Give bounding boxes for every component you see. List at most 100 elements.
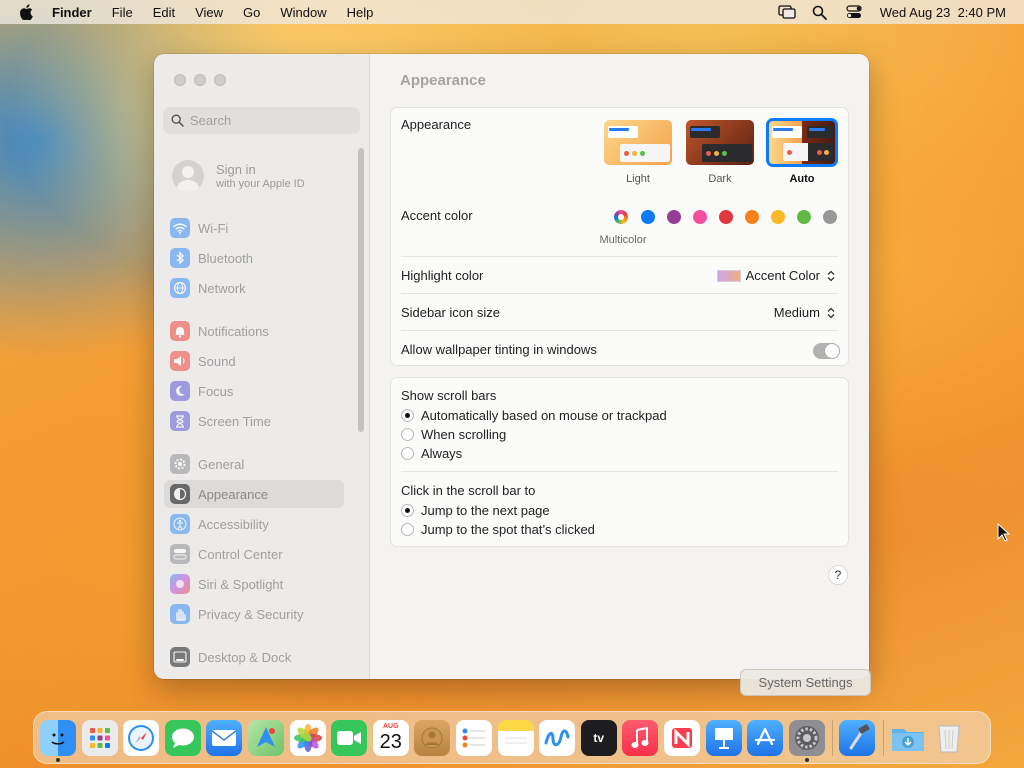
app-store-icon[interactable] bbox=[747, 719, 784, 756]
menu-edit[interactable]: Edit bbox=[143, 5, 185, 20]
sidebar-item-desktop-dock[interactable]: Desktop & Dock bbox=[164, 643, 344, 671]
wallpaper-tinting-toggle[interactable] bbox=[813, 343, 840, 359]
launchpad-icon[interactable] bbox=[81, 719, 118, 756]
radio-button[interactable] bbox=[401, 447, 414, 460]
tv-icon[interactable]: tv bbox=[580, 719, 617, 756]
screen-mirroring-icon[interactable] bbox=[778, 5, 796, 19]
signin-subtitle: with your Apple ID bbox=[216, 178, 305, 190]
facetime-icon[interactable] bbox=[331, 719, 368, 756]
menu-clock[interactable]: Wed Aug 23 2:40 PM bbox=[880, 5, 1006, 20]
menu-file[interactable]: File bbox=[102, 5, 143, 20]
hourglass-icon bbox=[170, 411, 190, 431]
scroll-option-automatic[interactable]: Automatically based on mouse or trackpad bbox=[401, 408, 667, 423]
sidebar-item-sound[interactable]: Sound bbox=[164, 347, 344, 375]
appearance-light-thumbnail[interactable] bbox=[604, 120, 672, 165]
spotlight-search-icon[interactable] bbox=[812, 5, 828, 20]
radio-label: Jump to the spot that’s clicked bbox=[421, 522, 595, 537]
xcode-icon[interactable] bbox=[839, 719, 876, 756]
messages-icon[interactable] bbox=[164, 719, 201, 756]
sidebar-item-control-center[interactable]: Control Center bbox=[164, 540, 344, 568]
accent-orange-swatch[interactable] bbox=[745, 210, 759, 224]
sidebar-item-wifi[interactable]: Wi-Fi bbox=[164, 214, 344, 242]
close-button[interactable] bbox=[174, 74, 186, 86]
mail-icon[interactable] bbox=[206, 719, 243, 756]
highlight-color-popup[interactable]: Accent Color bbox=[716, 268, 836, 283]
accent-red-swatch[interactable] bbox=[719, 210, 733, 224]
radio-button[interactable] bbox=[401, 504, 414, 517]
sidebar-item-label: Appearance bbox=[198, 486, 269, 502]
freeform-icon[interactable] bbox=[539, 719, 576, 756]
radio-button[interactable] bbox=[401, 428, 414, 441]
news-icon[interactable] bbox=[663, 719, 700, 756]
sidebar-item-label: Desktop & Dock bbox=[198, 649, 292, 665]
sidebar-item-siri-spotlight[interactable]: Siri & Spotlight bbox=[164, 570, 344, 598]
sidebar-item-label: General bbox=[198, 456, 245, 472]
photos-icon[interactable] bbox=[289, 719, 326, 756]
system-settings-icon[interactable] bbox=[788, 719, 825, 762]
radio-button[interactable] bbox=[401, 409, 414, 422]
accent-graphite-swatch[interactable] bbox=[823, 210, 837, 224]
menu-app-name[interactable]: Finder bbox=[42, 5, 102, 20]
contacts-icon[interactable] bbox=[414, 719, 451, 756]
calendar-icon[interactable]: AUG 23 bbox=[372, 719, 409, 756]
downloads-folder-icon[interactable] bbox=[890, 720, 926, 756]
scroll-option-when-scrolling[interactable]: When scrolling bbox=[401, 427, 506, 442]
sidebar-item-notifications[interactable]: Notifications bbox=[164, 317, 344, 345]
accent-yellow-swatch[interactable] bbox=[771, 210, 785, 224]
menu-go[interactable]: Go bbox=[233, 5, 270, 20]
notes-icon[interactable] bbox=[497, 719, 534, 756]
scroll-option-always[interactable]: Always bbox=[401, 446, 462, 461]
bell-icon bbox=[170, 321, 190, 341]
accent-pink-swatch[interactable] bbox=[693, 210, 707, 224]
click-option-spot-clicked[interactable]: Jump to the spot that’s clicked bbox=[401, 522, 595, 537]
control-center-icon[interactable] bbox=[846, 5, 862, 19]
sidebar-item-screen-time[interactable]: Screen Time bbox=[164, 407, 344, 435]
sidebar-item-label: Control Center bbox=[198, 546, 283, 562]
zoom-button[interactable] bbox=[214, 74, 226, 86]
minimize-button[interactable] bbox=[194, 74, 206, 86]
trash-icon[interactable] bbox=[931, 720, 967, 756]
accent-multicolor-swatch[interactable] bbox=[614, 210, 628, 224]
keynote-icon[interactable] bbox=[705, 719, 742, 756]
sidebar-item-bluetooth[interactable]: Bluetooth bbox=[164, 244, 344, 272]
radio-label: Jump to the next page bbox=[421, 503, 550, 518]
sidebar-icon-size-popup[interactable]: Medium bbox=[774, 305, 836, 320]
tv-label: tv bbox=[593, 730, 605, 745]
reminders-icon[interactable] bbox=[455, 719, 492, 756]
avatar bbox=[172, 160, 204, 192]
divider bbox=[401, 471, 838, 472]
sidebar-item-privacy-security[interactable]: Privacy & Security bbox=[164, 600, 344, 628]
sidebar-item-accessibility[interactable]: Accessibility bbox=[164, 510, 344, 538]
apple-logo-icon[interactable] bbox=[10, 4, 42, 20]
maps-icon[interactable] bbox=[247, 719, 284, 756]
click-option-next-page[interactable]: Jump to the next page bbox=[401, 503, 550, 518]
click-scroll-bar-label: Click in the scroll bar to bbox=[401, 483, 536, 498]
accent-blue-swatch[interactable] bbox=[641, 210, 655, 224]
menu-window[interactable]: Window bbox=[270, 5, 336, 20]
sidebar-scrollbar[interactable] bbox=[358, 148, 364, 432]
sidebar-item-focus[interactable]: Focus bbox=[164, 377, 344, 405]
accent-green-swatch[interactable] bbox=[797, 210, 811, 224]
sidebar-signin[interactable]: Sign in with your Apple ID bbox=[172, 160, 305, 192]
menu-view[interactable]: View bbox=[185, 5, 233, 20]
dock-separator bbox=[832, 719, 834, 756]
appearance-auto-thumbnail[interactable] bbox=[766, 118, 838, 167]
sidebar-item-label: Accessibility bbox=[198, 516, 269, 532]
accent-purple-swatch[interactable] bbox=[667, 210, 681, 224]
radio-label: Always bbox=[421, 446, 463, 461]
help-button[interactable]: ? bbox=[828, 565, 848, 585]
sidebar: Search Sign in with your Apple ID Wi-Fi … bbox=[154, 54, 370, 679]
music-icon[interactable] bbox=[622, 719, 659, 756]
safari-icon[interactable] bbox=[123, 719, 160, 756]
search-field[interactable]: Search bbox=[163, 107, 360, 134]
accent-color-label: Accent color bbox=[401, 208, 473, 223]
menu-help[interactable]: Help bbox=[337, 5, 384, 20]
finder-icon[interactable] bbox=[40, 719, 76, 762]
sidebar-item-appearance[interactable]: Appearance bbox=[164, 480, 344, 508]
appearance-auto-label: Auto bbox=[789, 173, 815, 185]
sidebar-item-general[interactable]: General bbox=[164, 450, 344, 478]
appearance-dark-thumbnail[interactable] bbox=[686, 120, 754, 165]
radio-button[interactable] bbox=[401, 523, 414, 536]
sidebar-item-network[interactable]: Network bbox=[164, 274, 344, 302]
calendar-month: AUG bbox=[382, 722, 399, 730]
